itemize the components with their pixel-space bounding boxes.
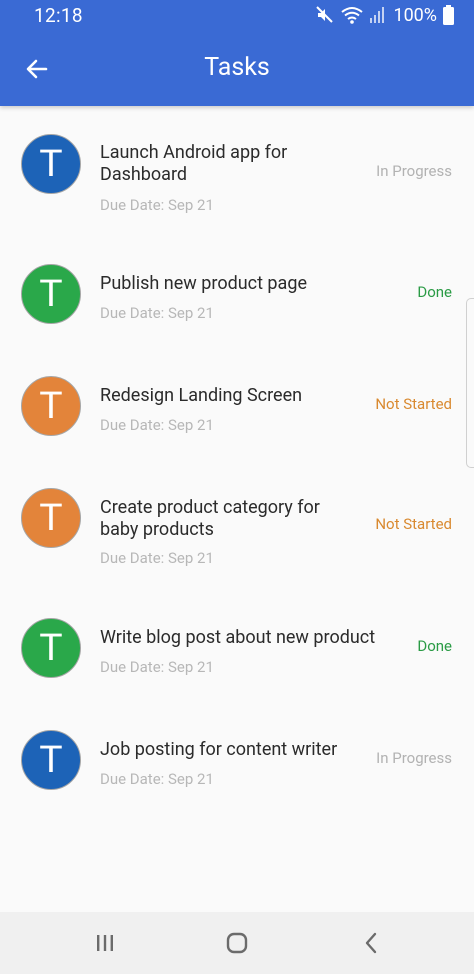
task-status: In Progress — [376, 162, 452, 180]
task-avatar: T — [21, 264, 81, 324]
task-avatar: T — [21, 134, 81, 194]
edge-panel-handle[interactable] — [466, 298, 474, 468]
home-icon — [225, 931, 249, 955]
wifi-icon — [341, 5, 364, 25]
avatar-initial: T — [39, 738, 63, 781]
task-item[interactable]: T Redesign Landing Screen Due Date: Sep … — [0, 348, 474, 460]
recent-apps-icon — [93, 932, 117, 954]
task-due-date: Due Date: Sep 21 — [100, 416, 214, 434]
task-item[interactable]: T Job posting for content writer Due Dat… — [0, 702, 474, 814]
status-icons: 100% — [315, 3, 454, 27]
task-item[interactable]: T Publish new product page Due Date: Sep… — [0, 236, 474, 348]
task-avatar: T — [21, 376, 81, 436]
task-item[interactable]: T Launch Android app for Dashboard Due D… — [0, 106, 474, 218]
task-avatar: T — [21, 730, 81, 790]
task-item[interactable]: T Write blog post about new product Due … — [0, 590, 474, 702]
task-item[interactable]: T Create product category for baby produ… — [0, 460, 474, 572]
recent-apps-button[interactable] — [90, 928, 120, 958]
task-status: Not Started — [375, 515, 452, 533]
home-button[interactable] — [222, 928, 252, 958]
task-title: Redesign Landing Screen — [100, 385, 303, 406]
back-icon — [361, 931, 381, 955]
task-status: Not Started — [375, 395, 452, 413]
task-due-date: Due Date: Sep 21 — [100, 549, 214, 567]
task-avatar: T — [21, 488, 81, 548]
task-due-date: Due Date: Sep 21 — [100, 304, 214, 322]
avatar-initial: T — [39, 272, 63, 315]
avatar-initial: T — [39, 384, 63, 427]
page-title: Tasks — [204, 53, 270, 82]
task-due-date: Due Date: Sep 21 — [100, 770, 214, 788]
task-title: Job posting for content writer — [100, 739, 338, 760]
task-avatar: T — [21, 618, 81, 678]
signal-icon — [369, 6, 385, 24]
task-title: Launch Android app for Dashboard — [100, 142, 288, 185]
task-due-date: Due Date: Sep 21 — [100, 658, 214, 676]
battery-icon — [443, 5, 454, 25]
task-title: Write blog post about new product — [100, 627, 376, 648]
system-nav-bar — [0, 912, 474, 974]
system-back-button[interactable] — [356, 928, 386, 958]
app-header: 12:18 100% Tasks — [0, 0, 474, 106]
task-status: Done — [417, 283, 452, 301]
task-title: Publish new product page — [100, 273, 307, 294]
status-time: 12:18 — [34, 4, 83, 27]
avatar-initial: T — [39, 496, 63, 539]
task-status: In Progress — [376, 749, 452, 767]
battery-percent: 100% — [393, 4, 437, 26]
avatar-initial: T — [39, 626, 63, 669]
task-due-date: Due Date: Sep 21 — [100, 196, 214, 214]
task-title: Create product category for baby product… — [100, 497, 320, 540]
mute-icon — [315, 5, 335, 25]
avatar-initial: T — [39, 142, 63, 185]
task-status: Done — [417, 637, 452, 655]
